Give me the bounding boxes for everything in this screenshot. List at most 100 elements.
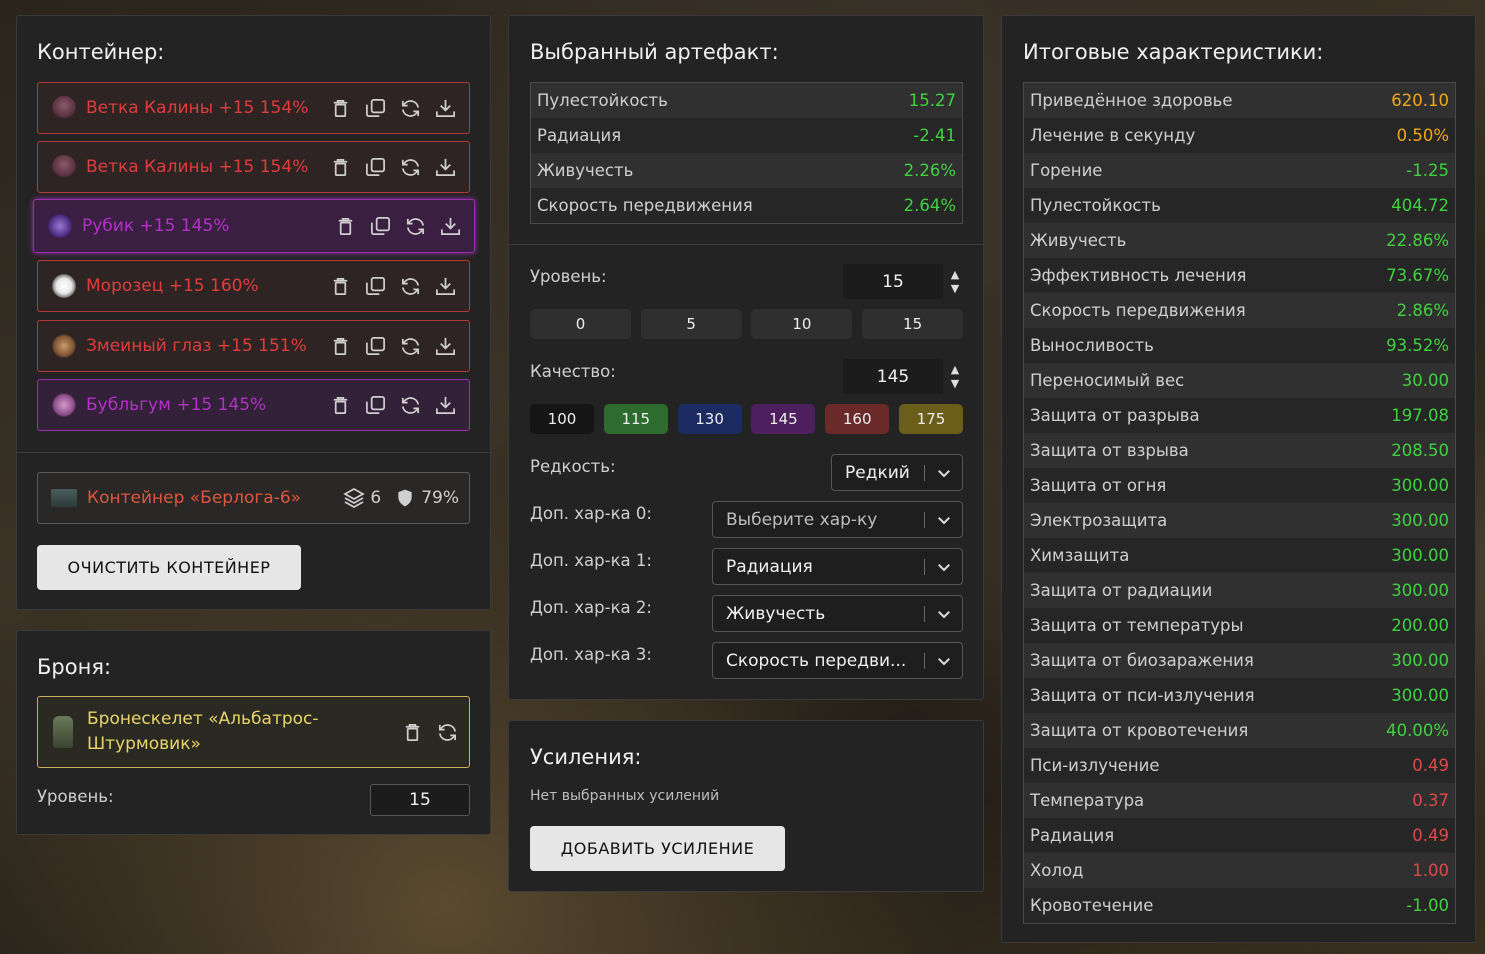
artifact-row[interactable]: Морозец +15 160%	[37, 260, 470, 312]
artifact-name: Ветка Калины +15 154%	[86, 98, 329, 118]
artifact-actions	[334, 215, 462, 238]
container-case-icon	[51, 489, 77, 507]
trash-icon[interactable]	[329, 335, 352, 358]
stat-label: Живучесть	[1030, 231, 1127, 250]
extra-stat-select[interactable]: Живучесть	[712, 595, 963, 632]
level-preset-button[interactable]: 5	[640, 309, 742, 339]
stat-value: 620.10	[1391, 91, 1449, 110]
extra-stat-select[interactable]: Радиация	[712, 548, 963, 585]
trash-icon[interactable]	[401, 721, 424, 744]
armor-panel: Броня: Бронескелет «Альбатрос-Штурмовик»…	[16, 630, 491, 835]
stat-row: Скорость передвижения 2.86%	[1024, 293, 1455, 328]
extra-stat-label: Доп. хар-ка 1:	[530, 551, 652, 570]
quality-preset-button[interactable]: 100	[530, 404, 594, 434]
quality-spinner[interactable]: ▲ ▼	[945, 361, 965, 393]
rarity-select[interactable]: Редкий	[831, 454, 963, 491]
trash-icon[interactable]	[334, 215, 357, 238]
stat-value: 0.49	[1412, 826, 1449, 845]
stat-row: Живучесть 22.86%	[1024, 223, 1455, 258]
artifact-actions	[329, 275, 457, 298]
stat-label: Эффективность лечения	[1030, 266, 1247, 285]
download-icon[interactable]	[434, 275, 457, 298]
extra-stat-value: Выберите хар-ку	[726, 509, 878, 530]
rarity-label: Редкость:	[530, 457, 616, 476]
stat-value: 0.37	[1412, 791, 1449, 810]
stat-row: Защита от температуры 200.00	[1024, 608, 1455, 643]
refresh-icon[interactable]	[399, 97, 422, 120]
armor-level-input[interactable]: 15	[370, 784, 470, 816]
quality-preset-button[interactable]: 145	[751, 404, 816, 434]
level-preset-button[interactable]: 15	[862, 309, 964, 339]
download-icon[interactable]	[434, 156, 457, 179]
stat-label: Кровотечение	[1030, 896, 1154, 915]
container-slots: 6	[370, 488, 382, 508]
trash-icon[interactable]	[329, 97, 352, 120]
refresh-icon[interactable]	[399, 335, 422, 358]
stat-row: Температура 0.37	[1024, 783, 1455, 818]
stat-value: 30.00	[1401, 371, 1449, 390]
stat-value: 2.86%	[1396, 301, 1449, 320]
copy-icon[interactable]	[364, 97, 387, 120]
copy-icon[interactable]	[369, 215, 392, 238]
download-icon[interactable]	[439, 215, 462, 238]
quality-preset-button[interactable]: 160	[825, 404, 890, 434]
chevron-down-icon[interactable]: ▼	[951, 282, 959, 296]
cube-icon	[48, 214, 72, 238]
stat-value: 93.52%	[1386, 336, 1449, 355]
download-icon[interactable]	[434, 335, 457, 358]
quality-preset-button[interactable]: 130	[677, 404, 742, 434]
refresh-icon[interactable]	[399, 275, 422, 298]
artifact-row[interactable]: Ветка Калины +15 154%	[37, 82, 470, 134]
chevron-up-icon[interactable]: ▲	[951, 363, 959, 377]
stat-row: Горение -1.25	[1024, 153, 1455, 188]
stat-row: Защита от взрыва 208.50	[1024, 433, 1455, 468]
container-item[interactable]: Контейнер «Берлога-6» 6 79%	[37, 472, 470, 524]
trash-icon[interactable]	[329, 394, 352, 417]
artifact-row[interactable]: Змеиный глаз +15 151%	[37, 320, 470, 372]
copy-icon[interactable]	[364, 394, 387, 417]
armor-title: Броня:	[37, 655, 112, 679]
refresh-icon[interactable]	[399, 156, 422, 179]
refresh-icon[interactable]	[404, 215, 427, 238]
stat-value: 1.00	[1412, 861, 1449, 880]
artifact-actions	[329, 394, 457, 417]
extra-stat-select[interactable]: Скорость передви...	[712, 642, 963, 679]
add-boost-button[interactable]: ДОБАВИТЬ УСИЛЕНИЕ	[530, 826, 785, 871]
artifact-level-quality: +15 145%	[134, 216, 230, 236]
chevron-down-icon[interactable]: ▼	[951, 377, 959, 391]
copy-icon[interactable]	[364, 275, 387, 298]
stat-row: Живучесть 2.26%	[531, 153, 962, 188]
artifact-row[interactable]: Бубльгум +15 145%	[37, 379, 470, 431]
quality-input[interactable]: 145	[843, 359, 943, 394]
refresh-icon[interactable]	[436, 721, 459, 744]
copy-icon[interactable]	[364, 156, 387, 179]
chevron-up-icon[interactable]: ▲	[951, 268, 959, 282]
artifact-level-quality: +15 151%	[211, 336, 307, 356]
level-spinner[interactable]: ▲ ▼	[945, 266, 965, 298]
quality-preset-button[interactable]: 115	[603, 404, 668, 434]
copy-icon[interactable]	[364, 335, 387, 358]
stat-label: Электрозащита	[1030, 511, 1168, 530]
level-preset-button[interactable]: 0	[530, 309, 631, 339]
chevron-down-icon	[935, 558, 953, 576]
stat-value: 404.72	[1391, 196, 1449, 215]
refresh-icon[interactable]	[399, 394, 422, 417]
artifact-row[interactable]: Рубик +15 145%	[33, 199, 475, 253]
stat-label: Защита от пси-излучения	[1030, 686, 1255, 705]
level-input[interactable]: 15	[843, 264, 943, 299]
armor-item[interactable]: Бронескелет «Альбатрос-Штурмовик»	[37, 696, 470, 768]
artifact-title: Змеиный глаз	[86, 336, 212, 356]
trash-icon[interactable]	[329, 275, 352, 298]
armor-item-name: Бронескелет «Альбатрос-Штурмовик»	[87, 709, 319, 754]
extra-stat-select[interactable]: Выберите хар-ку	[712, 501, 963, 538]
download-icon[interactable]	[434, 394, 457, 417]
clear-container-button[interactable]: ОЧИСТИТЬ КОНТЕЙНЕР	[37, 545, 301, 590]
chevron-down-icon	[935, 605, 953, 623]
boosts-panel: Усиления: Нет выбранных усилений ДОБАВИТ…	[508, 720, 984, 892]
download-icon[interactable]	[434, 97, 457, 120]
level-preset-button[interactable]: 10	[751, 309, 853, 339]
trash-icon[interactable]	[329, 156, 352, 179]
quality-preset-button[interactable]: 175	[899, 404, 963, 434]
stat-label: Защита от биозаражения	[1030, 651, 1254, 670]
artifact-row[interactable]: Ветка Калины +15 154%	[37, 141, 470, 193]
